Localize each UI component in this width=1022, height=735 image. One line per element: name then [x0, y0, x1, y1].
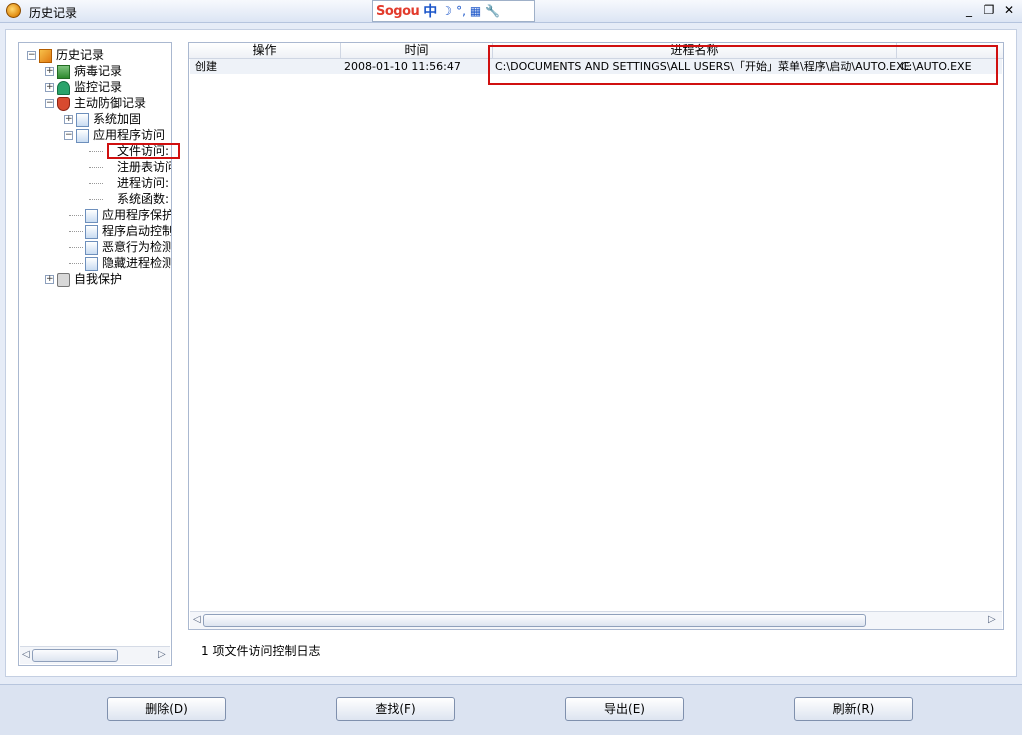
tree-connector	[89, 199, 103, 200]
ime-punctuation-icon[interactable]: °,	[456, 4, 466, 18]
document-icon	[85, 256, 98, 271]
tree-item-defense-log[interactable]: − 主动防御记录	[45, 95, 146, 111]
delete-button[interactable]: 删除(D)	[107, 697, 226, 721]
tree-item-malicious-detect[interactable]: 恶意行为检测	[69, 239, 171, 255]
ime-keyboard-icon[interactable]: ▦	[470, 4, 481, 18]
close-button[interactable]: ✕	[1002, 3, 1016, 17]
expand-icon[interactable]: +	[64, 115, 73, 124]
tree-item-root[interactable]: − 历史记录	[27, 47, 104, 63]
status-text: 1 项文件访问控制日志	[201, 644, 321, 658]
scroll-left-icon[interactable]: ◁	[193, 614, 201, 625]
scroll-right-icon[interactable]: ▷	[158, 649, 166, 660]
shield-icon	[57, 96, 70, 111]
restore-button[interactable]: ❐	[982, 3, 996, 17]
sogou-logo: Sogou	[376, 3, 420, 19]
tree-connector	[89, 183, 103, 184]
ime-chinese-mode[interactable]: 中	[423, 1, 437, 21]
find-button[interactable]: 查找(F)	[336, 697, 455, 721]
collapse-icon[interactable]: −	[27, 51, 36, 60]
tree-connector	[89, 167, 103, 168]
document-icon	[76, 112, 89, 127]
window-title: 历史记录	[29, 6, 78, 20]
tree-item-reg-access[interactable]: 注册表访问	[89, 159, 171, 175]
app-shield-icon	[6, 3, 21, 18]
refresh-button[interactable]: 刷新(R)	[794, 697, 913, 721]
cell-operation: 创建	[195, 60, 217, 73]
expand-icon[interactable]: +	[45, 67, 54, 76]
umbrella-icon	[57, 80, 70, 95]
document-icon	[85, 240, 98, 255]
virus-log-icon	[57, 64, 70, 79]
tree-connector	[69, 247, 83, 248]
document-icon	[85, 224, 98, 239]
cell-time: 2008-01-10 11:56:47	[344, 60, 461, 73]
document-icon	[85, 208, 98, 223]
scroll-left-icon[interactable]: ◁	[22, 649, 30, 660]
ime-moon-icon[interactable]: ☽	[441, 4, 452, 18]
export-button[interactable]: 导出(E)	[565, 697, 684, 721]
scroll-right-icon[interactable]: ▷	[988, 614, 996, 625]
tree-item-monitor-log[interactable]: + 监控记录	[45, 79, 122, 95]
tree-item-proc-access[interactable]: 进程访问:	[89, 175, 169, 191]
collapse-icon[interactable]: −	[64, 131, 73, 140]
tree-item-app-protect[interactable]: 应用程序保护	[69, 207, 171, 223]
col-header-operation[interactable]: 操作	[189, 43, 341, 59]
tree-item-hidden-proc[interactable]: 隐藏进程检测	[69, 255, 171, 271]
tree-item-sys-harden[interactable]: + 系统加固	[64, 111, 141, 127]
tree-connector	[69, 215, 83, 216]
tree-item-virus-log[interactable]: + 病毒记录	[45, 63, 122, 79]
expand-icon[interactable]: +	[45, 275, 54, 284]
collapse-icon[interactable]: −	[45, 99, 54, 108]
tree-connector	[89, 151, 103, 152]
selection-highlight	[107, 143, 180, 159]
col-header-time[interactable]: 时间	[341, 43, 493, 59]
scroll-thumb[interactable]	[32, 649, 118, 662]
history-icon	[39, 48, 52, 63]
table-horizontal-scrollbar[interactable]: ◁ ▷	[190, 611, 1002, 629]
document-icon	[76, 128, 89, 143]
ime-tools-icon[interactable]: 🔧	[485, 4, 500, 18]
tree-item-self-protect[interactable]: + 自我保护	[45, 271, 122, 287]
tree-item-sys-func[interactable]: 系统函数:	[89, 191, 169, 207]
tree-horizontal-scrollbar[interactable]: ◁ ▷	[20, 646, 170, 664]
expand-icon[interactable]: +	[45, 83, 54, 92]
log-table[interactable]: 操作 时间 进程名称 创建 2008-01-10 11:56:47 C:\DOC…	[188, 42, 1004, 630]
history-tree[interactable]: − 历史记录 + 病毒记录 + 监控记录 − 主动防御记录 + 系统加固 − 应用程序访问 …	[18, 42, 172, 666]
scroll-thumb[interactable]	[203, 614, 866, 627]
minimize-button[interactable]: _	[962, 3, 976, 17]
tree-connector	[69, 263, 83, 264]
title-bar: 历史记录 Sogou 中 ☽ °, ▦ 🔧 _ ❐ ✕	[0, 0, 1022, 23]
tree-item-app-access[interactable]: − 应用程序访问	[64, 127, 165, 143]
tree-item-startup-ctrl[interactable]: 程序启动控制	[69, 223, 171, 239]
tree-connector	[69, 231, 83, 232]
process-highlight	[488, 45, 998, 85]
sogou-ime-toolbar[interactable]: Sogou 中 ☽ °, ▦ 🔧	[372, 0, 535, 22]
window-controls: _ ❐ ✕	[962, 3, 1016, 17]
lock-icon	[57, 272, 70, 287]
